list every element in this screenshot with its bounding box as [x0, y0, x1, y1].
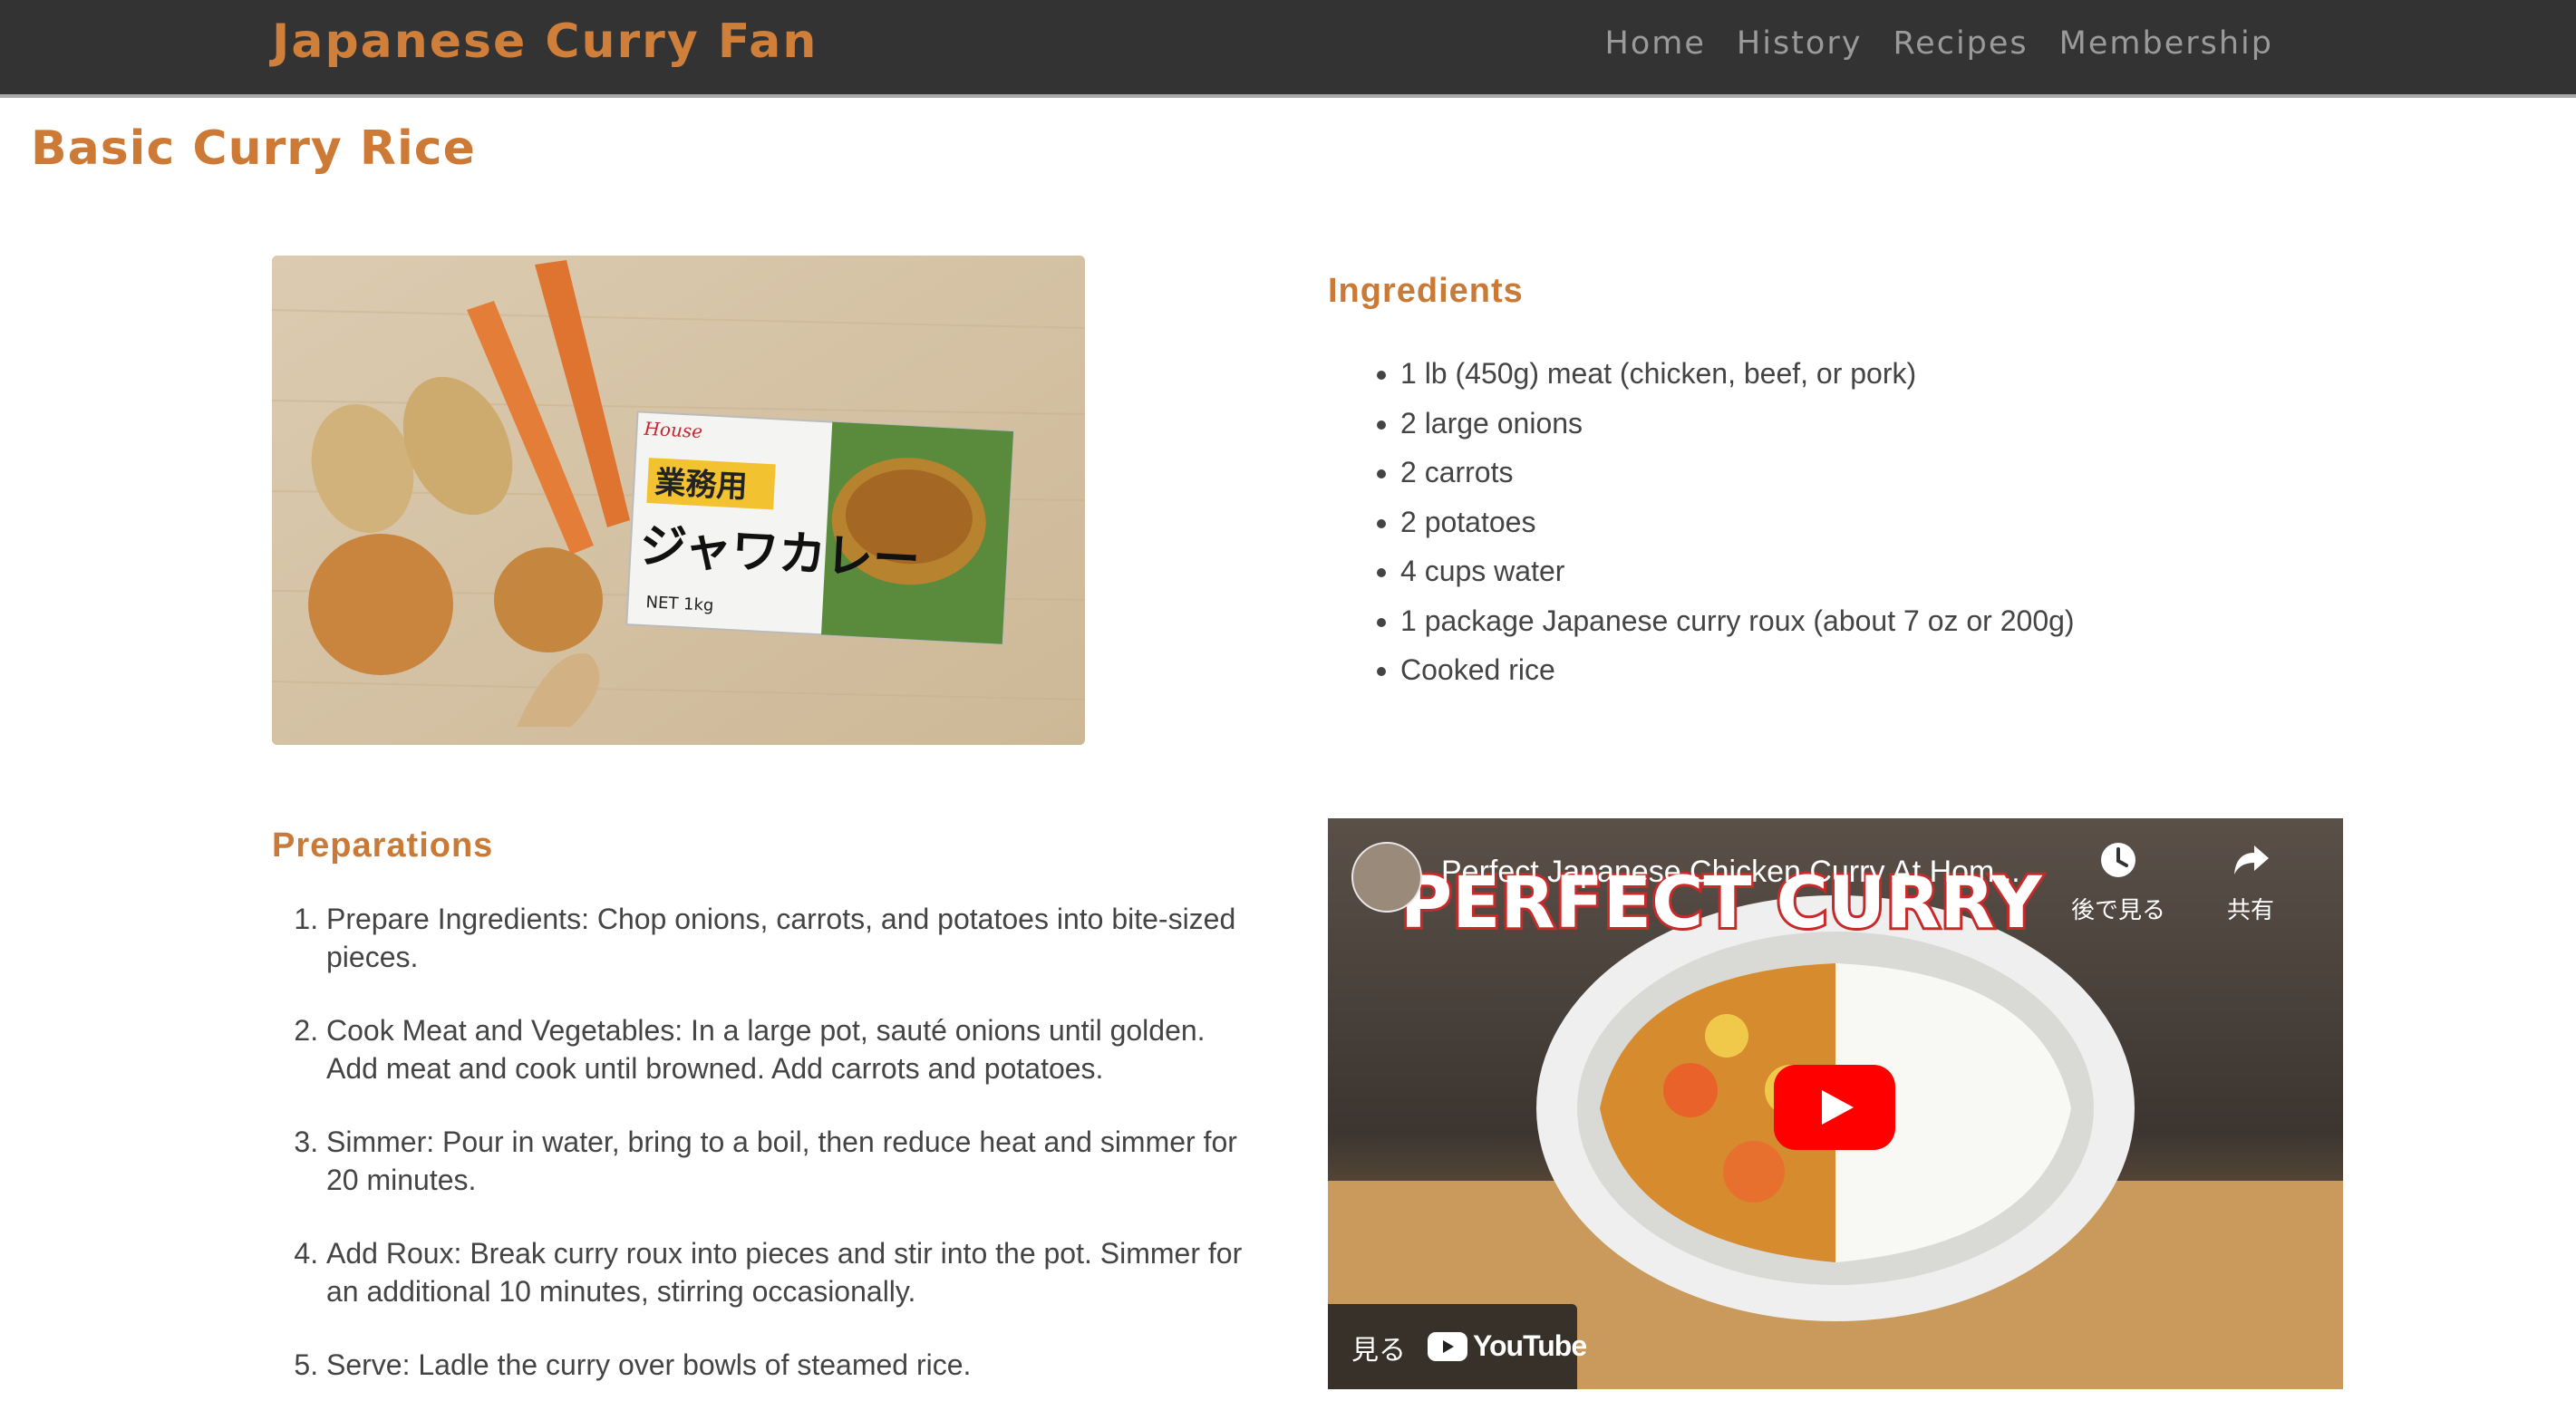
ingredients-photo: 業務用 House ジャワカレー NET 1kg	[272, 256, 1085, 745]
preparation-step: Simmer: Pour in water, bring to a boil, …	[326, 1123, 1251, 1199]
nav-membership-link[interactable]: Membership	[2059, 25, 2273, 62]
page-title: Basic Curry Rice	[31, 121, 476, 176]
ingredients-list: 1 lb (450g) meat (chicken, beef, or pork…	[1400, 349, 2075, 695]
ingredient-item: 2 large onions	[1400, 399, 2075, 449]
nav-home-link[interactable]: Home	[1605, 25, 1706, 62]
watch-on-label: 見る	[1351, 1336, 1406, 1366]
clock-icon	[2101, 843, 2135, 877]
preparation-step: Serve: Ladle the curry over bowls of ste…	[326, 1346, 1251, 1384]
package-brand: House	[643, 418, 703, 442]
play-button-icon[interactable]	[1774, 1065, 1895, 1150]
nav-history-link[interactable]: History	[1737, 25, 1863, 62]
package-net: NET 1kg	[645, 593, 714, 615]
youtube-video-embed[interactable]: PERFECT CURRY Perfect Japanese Chicken C…	[1328, 818, 2343, 1389]
youtube-logo-icon	[1428, 1331, 1467, 1361]
package-title: 業務用	[654, 464, 748, 505]
watch-later-label: 後で見る	[2071, 896, 2166, 923]
youtube-wordmark: YouTube	[1473, 1329, 1587, 1362]
ingredient-item: Cooked rice	[1400, 645, 2075, 695]
preparations-heading: Preparations	[272, 826, 494, 865]
ingredient-item: 2 carrots	[1400, 448, 2075, 498]
nav-recipes-link[interactable]: Recipes	[1893, 25, 2028, 62]
channel-avatar[interactable]	[1351, 842, 1422, 913]
ingredient-item: 1 package Japanese curry roux (about 7 o…	[1400, 596, 2075, 646]
preparations-list: Prepare Ingredients: Chop onions, carrot…	[326, 900, 1251, 1401]
ingredients-heading: Ingredients	[1328, 272, 1524, 310]
youtube-logo: YouTube	[1428, 1329, 1587, 1363]
ingredient-item: 2 potatoes	[1400, 498, 2075, 547]
ingredient-item: 4 cups water	[1400, 546, 2075, 596]
video-title[interactable]: Perfect Japanese Chicken Curry At Hom...	[1441, 855, 2020, 890]
main-nav: Home History Recipes Membership	[1605, 25, 2273, 62]
watch-later-button[interactable]: 後で見る	[2071, 840, 2165, 925]
preparation-step: Cook Meat and Vegetables: In a large pot…	[326, 1011, 1251, 1087]
preparation-step: Prepare Ingredients: Chop onions, carrot…	[326, 900, 1251, 976]
share-label: 共有	[2227, 896, 2275, 923]
site-header: Japanese Curry Fan Home History Recipes …	[0, 0, 2576, 98]
share-button[interactable]: 共有	[2227, 840, 2274, 925]
share-icon	[2234, 845, 2269, 874]
ingredients-photo-illustration: 業務用 House ジャワカレー NET 1kg	[272, 256, 1085, 745]
preparation-step: Add Roux: Break curry roux into pieces a…	[326, 1234, 1251, 1310]
ingredient-item: 1 lb (450g) meat (chicken, beef, or pork…	[1400, 349, 2075, 399]
site-brand[interactable]: Japanese Curry Fan	[272, 14, 818, 69]
watch-on-youtube-button[interactable]: 見る YouTube	[1328, 1304, 1587, 1389]
